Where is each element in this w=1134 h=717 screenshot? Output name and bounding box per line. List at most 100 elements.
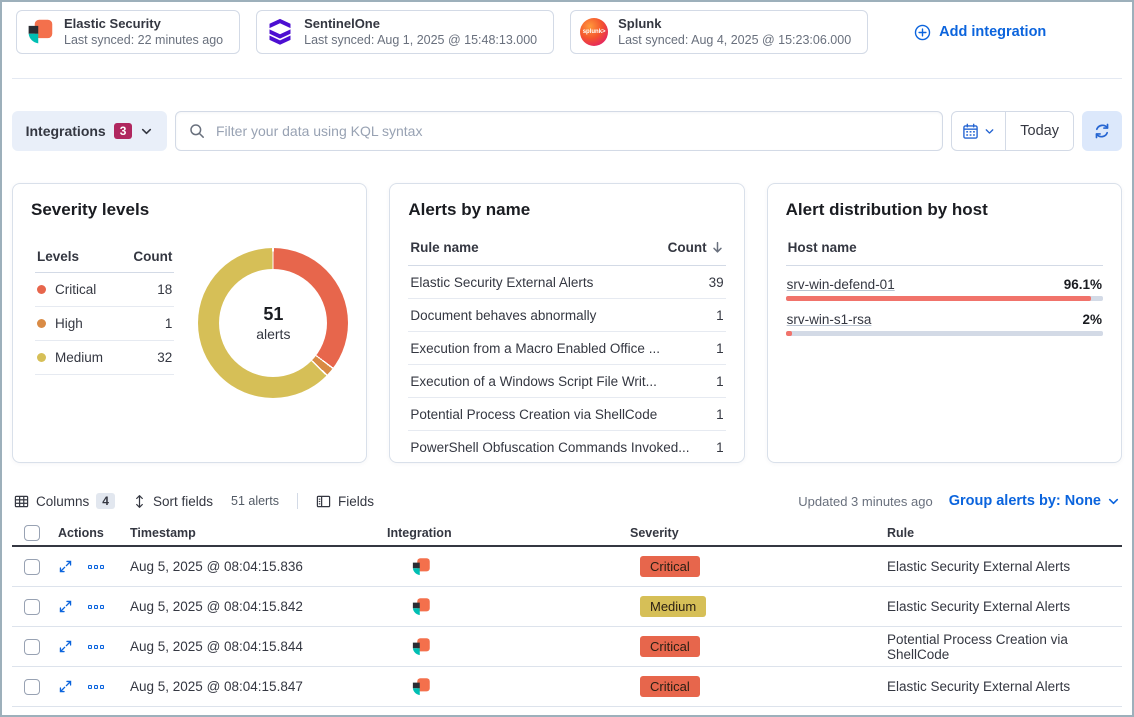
select-all-checkbox[interactable] xyxy=(24,525,40,541)
integration-card-elastic-security[interactable]: Elastic Security Last synced: 22 minutes… xyxy=(16,10,240,54)
legend-col-count: Count xyxy=(133,249,172,264)
expand-alert-button[interactable] xyxy=(58,599,73,614)
integration-card-title: Splunk xyxy=(618,16,851,32)
row-checkbox[interactable] xyxy=(24,559,40,575)
filter-bar: Integrations 3 xyxy=(12,111,1122,151)
rule-count: 1 xyxy=(716,374,724,389)
columns-label: Columns xyxy=(36,494,89,509)
host-bar-fill xyxy=(786,296,1091,301)
legend-count: 32 xyxy=(157,350,172,365)
alerts-by-name-row: Document behaves abnormally 1 xyxy=(408,299,725,332)
donut-total-value: 51 xyxy=(263,304,283,325)
host-row: srv-win-defend-01 96.1% xyxy=(786,277,1103,301)
kql-search-input[interactable] xyxy=(214,122,929,140)
header-rule[interactable]: Rule xyxy=(881,526,1122,540)
alerts-by-name-row: Potential Process Creation via ShellCode… xyxy=(408,398,725,431)
severity-levels-panel: Severity levels Levels Count Critical 18… xyxy=(12,183,367,463)
refresh-icon xyxy=(1093,122,1111,140)
rule-count: 1 xyxy=(716,440,724,455)
rule-count: 1 xyxy=(716,308,724,323)
integration-card-last-synced: Last synced: 22 minutes ago xyxy=(64,32,223,48)
rule-name: PowerShell Obfuscation Commands Invoked.… xyxy=(410,440,689,455)
donut-center: 51 alerts xyxy=(219,269,327,377)
updated-label: Updated 3 minutes ago xyxy=(798,494,932,509)
chevron-down-icon xyxy=(140,125,153,138)
legend-count: 18 xyxy=(157,282,172,297)
panel-title: Severity levels xyxy=(31,200,348,220)
severity-badge: Medium xyxy=(640,596,706,617)
today-button[interactable]: Today xyxy=(1006,112,1073,150)
row-checkbox[interactable] xyxy=(24,599,40,615)
rule-count: 1 xyxy=(716,341,724,356)
alerts-by-name-row: Execution of a Windows Script File Writ.… xyxy=(408,365,725,398)
count-column-header[interactable]: Count xyxy=(668,240,724,255)
medium-dot-icon xyxy=(37,353,46,362)
add-integration-button[interactable]: Add integration xyxy=(914,24,1046,41)
splunk-logo-icon: splunk> xyxy=(580,18,608,46)
columns-button[interactable]: Columns 4 xyxy=(14,493,115,509)
alerts-by-name-row-clipped: PowerShell Obfuscation Commands Invoked.… xyxy=(408,431,725,463)
sentinelone-logo-icon xyxy=(266,18,294,46)
host-name-link[interactable]: srv-win-s1-rsa xyxy=(787,312,872,327)
row-actions-menu-button[interactable] xyxy=(88,565,104,569)
panel-title: Alert distribution by host xyxy=(786,200,1103,220)
alert-distribution-by-host-panel: Alert distribution by host Host name srv… xyxy=(767,183,1122,463)
sort-down-arrow-icon xyxy=(711,241,724,254)
rule-count: 1 xyxy=(716,407,724,422)
rule-name-column-header[interactable]: Rule name xyxy=(410,240,478,255)
panel-title: Alerts by name xyxy=(408,200,725,220)
severity-badge: Critical xyxy=(640,556,700,577)
count-header-label: Count xyxy=(668,240,707,255)
donut-total-label: alerts xyxy=(256,326,290,342)
host-name-link[interactable]: srv-win-defend-01 xyxy=(787,277,895,292)
alerts-count-label: 51 alerts xyxy=(231,494,279,508)
elastic-security-logo-icon xyxy=(26,18,54,46)
integration-card-splunk[interactable]: splunk> Splunk Last synced: Aug 4, 2025 … xyxy=(570,10,868,54)
row-actions-menu-button[interactable] xyxy=(88,685,104,689)
host-percentage: 2% xyxy=(1082,312,1102,327)
row-actions-menu-button[interactable] xyxy=(88,605,104,609)
integration-card-last-synced: Last synced: Aug 1, 2025 @ 15:48:13.000 xyxy=(304,32,537,48)
host-bar-track xyxy=(786,296,1103,301)
critical-dot-icon xyxy=(37,285,46,294)
header-timestamp[interactable]: Timestamp xyxy=(124,526,381,540)
fields-icon xyxy=(316,494,331,509)
row-checkbox[interactable] xyxy=(24,679,40,695)
alert-row: Aug 5, 2025 @ 08:04:15.842 Medium Elasti… xyxy=(12,587,1122,627)
expand-alert-button[interactable] xyxy=(58,639,73,654)
row-actions-menu-button[interactable] xyxy=(88,645,104,649)
group-alerts-by-button[interactable]: Group alerts by: None xyxy=(949,493,1120,509)
toolbar-divider xyxy=(297,493,298,509)
date-quick-select-button[interactable] xyxy=(952,112,1006,150)
header-severity[interactable]: Severity xyxy=(624,526,881,540)
rule-count: 39 xyxy=(709,275,724,290)
plus-circle-icon xyxy=(914,24,931,41)
alert-timestamp: Aug 5, 2025 @ 08:04:15.842 xyxy=(124,599,381,614)
alert-row: Aug 5, 2025 @ 08:04:15.847 Critical Elas… xyxy=(12,667,1122,707)
today-label: Today xyxy=(1020,123,1059,139)
rule-name: Document behaves abnormally xyxy=(410,308,596,323)
group-by-label: Group alerts by: None xyxy=(949,493,1101,509)
refresh-button[interactable] xyxy=(1082,111,1122,151)
legend-label: Medium xyxy=(55,350,103,365)
expand-diagonal-icon xyxy=(58,559,73,574)
row-checkbox[interactable] xyxy=(24,639,40,655)
elastic-security-logo-icon xyxy=(411,597,431,617)
sort-fields-button[interactable]: Sort fields xyxy=(133,494,213,509)
alert-timestamp: Aug 5, 2025 @ 08:04:15.847 xyxy=(124,679,381,694)
header-integration[interactable]: Integration xyxy=(381,526,624,540)
rule-name: Execution of a Windows Script File Writ.… xyxy=(410,374,657,389)
header-divider xyxy=(12,78,1122,79)
add-integration-label: Add integration xyxy=(939,24,1046,40)
sort-arrows-icon xyxy=(133,494,146,509)
fields-button[interactable]: Fields xyxy=(316,494,374,509)
alert-row: Aug 5, 2025 @ 08:04:15.836 Critical Elas… xyxy=(12,547,1122,587)
expand-alert-button[interactable] xyxy=(58,679,73,694)
integration-card-sentinelone[interactable]: SentinelOne Last synced: Aug 1, 2025 @ 1… xyxy=(256,10,554,54)
alerts-table: Actions Timestamp Integration Severity R… xyxy=(12,521,1122,707)
integrations-count-badge: 3 xyxy=(114,123,133,139)
expand-alert-button[interactable] xyxy=(58,559,73,574)
integrations-filter-button[interactable]: Integrations 3 xyxy=(12,111,167,151)
integrations-topbar: Elastic Security Last synced: 22 minutes… xyxy=(2,2,1132,54)
severity-badge: Critical xyxy=(640,676,700,697)
